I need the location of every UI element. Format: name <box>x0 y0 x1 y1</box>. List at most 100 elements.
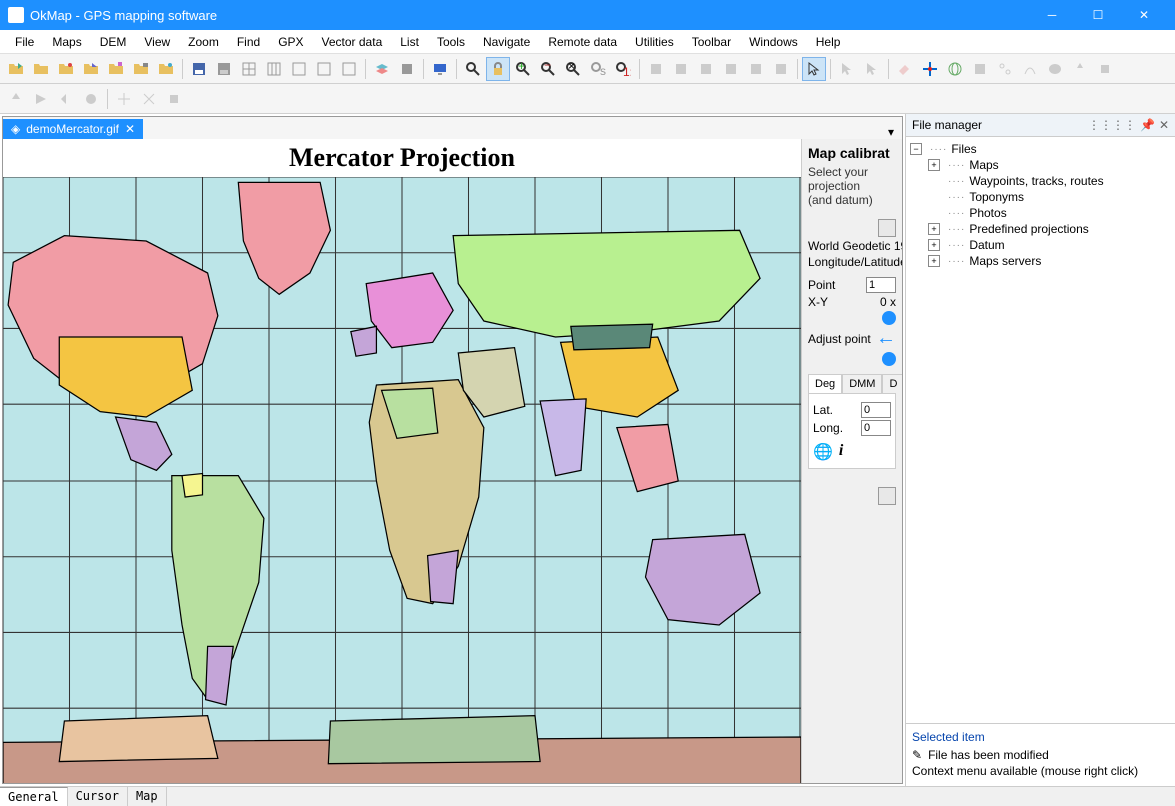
zoom-sel-button[interactable]: s <box>586 57 610 81</box>
tab-d[interactable]: D <box>882 374 902 393</box>
tree-node-projections[interactable]: +····Predefined projections <box>928 221 1171 237</box>
nav7-button[interactable] <box>162 87 186 111</box>
status-tab-cursor[interactable]: Cursor <box>68 787 128 806</box>
nav4-button[interactable] <box>79 87 103 111</box>
menu-dem[interactable]: DEM <box>91 32 136 52</box>
menu-windows[interactable]: Windows <box>740 32 807 52</box>
expand-icon[interactable]: + <box>928 223 940 235</box>
menu-gpx[interactable]: GPX <box>269 32 312 52</box>
menu-navigate[interactable]: Navigate <box>474 32 539 52</box>
pointer-button[interactable] <box>802 57 826 81</box>
open-folder-button[interactable] <box>29 57 53 81</box>
close-button[interactable]: ✕ <box>1121 0 1167 30</box>
menu-remote-data[interactable]: Remote data <box>539 32 626 52</box>
layers2-button[interactable] <box>395 57 419 81</box>
tree-root[interactable]: − ···· Files <box>910 141 1171 157</box>
open-map-button[interactable] <box>4 57 28 81</box>
zoom-button[interactable] <box>461 57 485 81</box>
calib-apply-button[interactable] <box>878 487 896 505</box>
status-tab-map[interactable]: Map <box>128 787 167 806</box>
edit3-button[interactable] <box>694 57 718 81</box>
edit6-button[interactable] <box>769 57 793 81</box>
cursor2-button[interactable] <box>835 57 859 81</box>
shape1-button[interactable] <box>968 57 992 81</box>
grid3-button[interactable] <box>287 57 311 81</box>
shape2-button[interactable] <box>993 57 1017 81</box>
zoom-in-button[interactable]: + <box>511 57 535 81</box>
panel-grip-icon[interactable]: ⋮⋮⋮⋮ <box>1088 118 1136 132</box>
menu-tools[interactable]: Tools <box>428 32 474 52</box>
arrow-left-icon[interactable]: ← <box>876 327 896 350</box>
shape3-button[interactable] <box>1018 57 1042 81</box>
expand-icon[interactable]: + <box>928 255 940 267</box>
close-tab-icon[interactable]: ✕ <box>125 122 135 136</box>
open-gpx-button[interactable] <box>54 57 78 81</box>
shape4-button[interactable] <box>1043 57 1067 81</box>
menu-help[interactable]: Help <box>807 32 850 52</box>
lock-button[interactable] <box>486 57 510 81</box>
menu-maps[interactable]: Maps <box>43 32 90 52</box>
tree-node-servers[interactable]: +····Maps servers <box>928 253 1171 269</box>
menu-vector-data[interactable]: Vector data <box>313 32 392 52</box>
tab-dmm[interactable]: DMM <box>842 374 882 393</box>
document-tab[interactable]: ◈ demoMercator.gif ✕ <box>3 119 143 139</box>
menu-toolbar[interactable]: Toolbar <box>683 32 740 52</box>
calib-proj-button[interactable] <box>878 219 896 237</box>
grid4-button[interactable] <box>312 57 336 81</box>
grid5-button[interactable] <box>337 57 361 81</box>
edit1-button[interactable] <box>644 57 668 81</box>
tree-node-waypoints[interactable]: ····Waypoints, tracks, routes <box>928 173 1171 189</box>
collapse-icon[interactable]: − <box>910 143 922 155</box>
status-tab-general[interactable]: General <box>0 787 68 806</box>
shape5-button[interactable] <box>1068 57 1092 81</box>
minimize-button[interactable]: ─ <box>1029 0 1075 30</box>
zoom-out-button[interactable]: − <box>536 57 560 81</box>
open-photo-button[interactable] <box>154 57 178 81</box>
save-button[interactable] <box>187 57 211 81</box>
menu-file[interactable]: File <box>6 32 43 52</box>
eraser-button[interactable] <box>893 57 917 81</box>
tab-deg[interactable]: Deg <box>808 374 842 393</box>
crosshair-button[interactable] <box>918 57 942 81</box>
pin-icon[interactable]: 📌 <box>1140 118 1155 132</box>
save-all-button[interactable] <box>212 57 236 81</box>
shape6-button[interactable] <box>1093 57 1117 81</box>
menu-list[interactable]: List <box>391 32 428 52</box>
tabs-dropdown-icon[interactable]: ▾ <box>880 125 902 139</box>
open-vector-button[interactable] <box>104 57 128 81</box>
open-dem-button[interactable] <box>79 57 103 81</box>
globe-button[interactable] <box>943 57 967 81</box>
tree-node-photos[interactable]: ····Photos <box>928 205 1171 221</box>
info-icon[interactable]: i <box>839 442 843 462</box>
panel-close-icon[interactable]: ✕ <box>1159 118 1169 132</box>
zoom-fit-button[interactable]: × <box>561 57 585 81</box>
long-input[interactable] <box>861 420 891 436</box>
zoom-11-button[interactable]: 1:1 <box>611 57 635 81</box>
layers-button[interactable] <box>370 57 394 81</box>
display-button[interactable] <box>428 57 452 81</box>
point-input[interactable] <box>866 277 896 293</box>
menu-zoom[interactable]: Zoom <box>179 32 228 52</box>
globe-icon[interactable]: 🌐 <box>813 442 833 462</box>
edit2-button[interactable] <box>669 57 693 81</box>
menu-find[interactable]: Find <box>228 32 269 52</box>
edit5-button[interactable] <box>744 57 768 81</box>
grid-button[interactable] <box>237 57 261 81</box>
nav1-button[interactable] <box>4 87 28 111</box>
cursor3-button[interactable] <box>860 57 884 81</box>
edit4-button[interactable] <box>719 57 743 81</box>
expand-icon[interactable]: + <box>928 239 940 251</box>
tree-node-datum[interactable]: +····Datum <box>928 237 1171 253</box>
expand-icon[interactable]: + <box>928 159 940 171</box>
menu-utilities[interactable]: Utilities <box>626 32 683 52</box>
nav5-button[interactable] <box>112 87 136 111</box>
open-project-button[interactable] <box>129 57 153 81</box>
lat-input[interactable] <box>861 402 891 418</box>
tree-node-maps[interactable]: +····Maps <box>928 157 1171 173</box>
map-view[interactable]: Mercator Projection <box>3 139 802 783</box>
nav3-button[interactable] <box>54 87 78 111</box>
nav2-button[interactable] <box>29 87 53 111</box>
menu-view[interactable]: View <box>135 32 179 52</box>
nav6-button[interactable] <box>137 87 161 111</box>
tree-node-toponyms[interactable]: ····Toponyms <box>928 189 1171 205</box>
